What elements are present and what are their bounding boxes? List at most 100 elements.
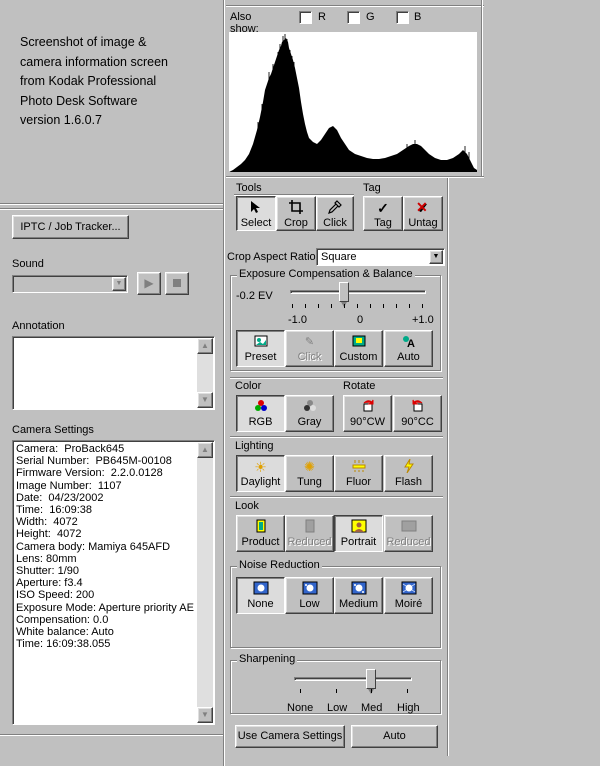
tool-select-button[interactable]: Select [236, 196, 276, 231]
camera-settings-label: Camera Settings [12, 424, 94, 436]
iptc-job-tracker-button[interactable]: IPTC / Job Tracker... [12, 215, 129, 239]
bulb-icon: ✺ [304, 459, 315, 474]
auto-button[interactable]: Auto [351, 725, 438, 748]
sound-stop-button[interactable] [165, 272, 189, 295]
untag-button[interactable]: ✓ ✕ Untag [403, 196, 443, 231]
sound-play-button[interactable]: ▶ [137, 272, 161, 295]
exposure-click-label: Click [297, 351, 322, 363]
tool-select-label: Select [240, 217, 272, 229]
noise-none-button[interactable]: None [236, 577, 285, 614]
noise-moire-button[interactable]: Moiré [384, 577, 433, 614]
tag-button-label: Tag [374, 217, 392, 229]
sharpening-slider[interactable] [294, 669, 412, 694]
camera-settings-scrollbar[interactable]: ▲ ▼ [197, 442, 213, 723]
annotation-textarea[interactable]: ▲ ▼ [12, 336, 215, 410]
camera-settings-line: Image Number: 1107 [16, 479, 122, 492]
lighting-separator [230, 436, 443, 438]
reduced-icon [385, 519, 432, 535]
camera-settings-line: Serial Number: PB645M-00108 [16, 455, 172, 468]
rotate-ccw-icon [394, 399, 441, 415]
fluorescent-icon [335, 459, 382, 475]
crop-aspect-select[interactable]: Square ▼ [316, 248, 445, 266]
exposure-custom-button[interactable]: Custom [334, 330, 383, 367]
exposure-min-label: -1.0 [288, 314, 307, 326]
color-gray-label: Gray [297, 416, 322, 428]
tool-click-button[interactable]: Click [316, 196, 354, 231]
rotate-cw-icon [344, 399, 391, 415]
lighting-tungsten-button[interactable]: ✺ Tung [285, 455, 334, 492]
channel-g-checkbox[interactable] [347, 11, 360, 24]
channel-r-checkbox[interactable] [299, 11, 312, 24]
exposure-click-button[interactable]: ✎ Click [285, 330, 334, 367]
look-portrait-button[interactable]: Portrait [334, 515, 383, 552]
camera-settings-line: Shutter: 1/90 [16, 565, 79, 578]
sharpening-tick-low: Low [327, 702, 348, 714]
look-product-button[interactable]: Product [236, 515, 285, 552]
lighting-daylight-button[interactable]: ☀ Daylight [236, 455, 285, 492]
camera-settings-line: Height: 4072 [16, 528, 82, 541]
noise-medium-label: Medium [338, 598, 379, 610]
color-rgb-button[interactable]: RGB [236, 395, 285, 432]
noise-low-label: Low [299, 598, 320, 610]
camera-settings-line: Firmware Version: 2.2.0.0128 [16, 467, 163, 480]
channel-g-label: G [366, 11, 375, 23]
camera-settings-line: Aperture: f3.4 [16, 577, 83, 590]
sound-dropdown-button[interactable]: ▼ [112, 277, 126, 291]
crop-aspect-label: Crop Aspect Ratio: [227, 251, 319, 263]
channel-b-checkbox[interactable] [396, 11, 409, 24]
left-panel-top-divider [0, 208, 223, 210]
lighting-tungsten-label: Tung [297, 476, 322, 488]
annotation-scrollbar[interactable]: ▲ ▼ [197, 338, 213, 408]
color-gray-button[interactable]: Gray [285, 395, 334, 432]
channel-b-label: B [414, 11, 422, 23]
camera-settings-line: Width: 4072 [16, 516, 78, 529]
exposure-preset-button[interactable]: Preset [236, 330, 285, 367]
lighting-fluor-button[interactable]: Fluor [334, 455, 383, 492]
use-camera-settings-button[interactable]: Use Camera Settings [235, 725, 345, 748]
noise-medium-button[interactable]: Medium [334, 577, 383, 614]
histogram-spikes [257, 34, 470, 172]
crop-aspect-dropdown-button[interactable]: ▼ [429, 250, 443, 264]
exposure-max-label: +1.0 [412, 314, 434, 326]
camera-settings-line: ISO Speed: 200 [16, 589, 95, 602]
scroll-up-arrow[interactable]: ▲ [197, 338, 213, 354]
exposure-slider-knob[interactable] [339, 282, 349, 307]
scroll-up-arrow[interactable]: ▲ [197, 442, 213, 458]
lighting-flash-button[interactable]: Flash [384, 455, 433, 492]
tool-crop-button[interactable]: Crop [276, 196, 316, 231]
rotate-label: Rotate [343, 380, 376, 392]
rotate-ccw-button[interactable]: 90°CC [393, 395, 442, 432]
camera-settings-list[interactable]: Camera: ProBack645 Serial Number: PB645M… [12, 440, 215, 725]
rotate-cw-button[interactable]: 90°CW [343, 395, 392, 432]
look-portrait-label: Portrait [340, 536, 377, 548]
flash-icon [385, 458, 432, 475]
look-reduced-2-label: Reduced [386, 536, 431, 548]
sharpening-slider-knob[interactable] [366, 669, 376, 694]
sound-select[interactable]: ▼ [12, 275, 128, 293]
lighting-label: Lighting [235, 440, 274, 452]
scroll-down-arrow[interactable]: ▼ [197, 392, 213, 408]
histogram-plot [229, 34, 477, 172]
look-reduced-1-label: Reduced [287, 536, 332, 548]
look-reduced-2-button[interactable]: Reduced [384, 515, 433, 552]
scroll-down-arrow[interactable]: ▼ [197, 707, 213, 723]
exposure-auto-button[interactable]: A Auto [384, 330, 433, 367]
sharpening-tick-none: None [287, 702, 314, 714]
chevron-down-icon: ▼ [115, 280, 123, 287]
arrow-icon [237, 200, 275, 216]
rotate-ccw-label: 90°CC [401, 416, 434, 428]
camera-settings-line: Time: 16:09:38.055 [16, 638, 111, 651]
look-product-label: Product [241, 536, 280, 548]
iptc-button-label: IPTC / Job Tracker... [20, 221, 121, 233]
sharpening-slider-track [294, 677, 412, 681]
tag-button[interactable]: ✓ Tag [363, 196, 403, 231]
controls-right-border [447, 176, 449, 756]
color-label: Color [235, 380, 262, 392]
noise-low-button[interactable]: Low [285, 577, 334, 614]
custom-icon [335, 334, 382, 350]
noise-moire-label: Moiré [394, 598, 423, 610]
lighting-daylight-label: Daylight [240, 476, 281, 488]
look-reduced-1-button[interactable]: Reduced [285, 515, 334, 552]
color-rgb-label: RGB [248, 416, 273, 428]
exposure-slider[interactable] [290, 282, 426, 314]
